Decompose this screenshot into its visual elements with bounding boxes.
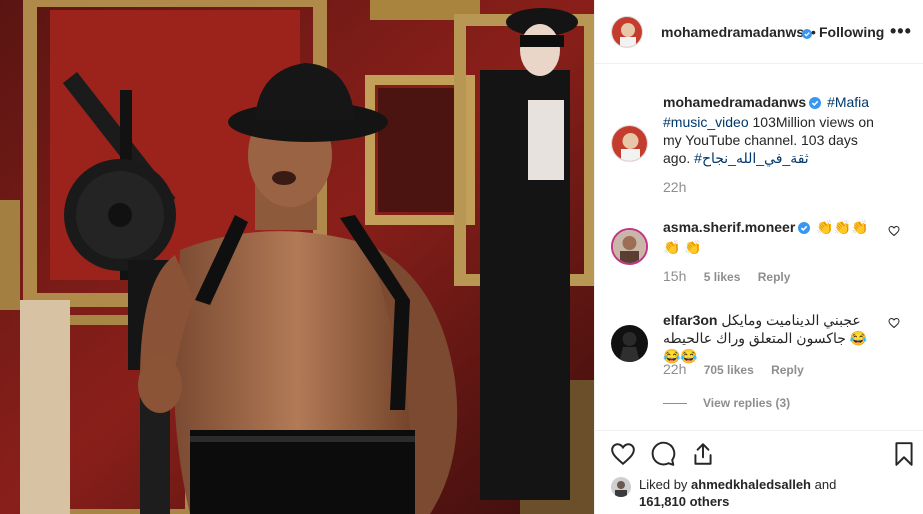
heart-outline-icon[interactable] (610, 441, 636, 467)
liked-by-and: and (811, 477, 837, 492)
hashtag-link[interactable]: #ثقة_في_الله_نجاح (694, 150, 809, 166)
caption-meta: 22h (663, 179, 700, 195)
bookmark-icon[interactable] (891, 441, 917, 467)
like-comment-icon[interactable] (888, 317, 900, 329)
hashtag-link[interactable]: #music_video (663, 114, 749, 130)
likes-count[interactable]: 161,810 others (639, 494, 729, 509)
comment-meta: 22h 705 likes Reply (663, 361, 818, 377)
reply-button[interactable]: Reply (758, 270, 791, 284)
share-upload-icon[interactable] (690, 441, 716, 467)
caption-timestamp[interactable]: 22h (663, 179, 686, 195)
post-header: mohamedramadanws • Following ••• (595, 0, 923, 64)
view-replies-label[interactable]: View replies (3) (703, 396, 790, 410)
more-options-icon[interactable]: ••• (890, 22, 912, 40)
comment-text: asma.sherif.moneer 👏👏👏👏 👏 (663, 218, 880, 256)
view-replies-button[interactable]: View replies (3) (663, 396, 790, 410)
comment-timestamp[interactable]: 15h (663, 268, 686, 284)
comment-meta: 15h 5 likes Reply (663, 268, 804, 284)
post-image[interactable] (0, 0, 594, 514)
liked-by-prefix: Liked by (639, 477, 692, 492)
caption-username[interactable]: mohamedramadanws (663, 94, 806, 110)
comment-likes[interactable]: 705 likes (704, 363, 754, 377)
header-separator: • (811, 24, 816, 40)
comment-timestamp[interactable]: 22h (663, 361, 686, 377)
reply-button[interactable]: Reply (771, 363, 804, 377)
hashtag-link[interactable]: #Mafia (827, 94, 869, 110)
liker-avatar[interactable] (611, 477, 631, 497)
verified-badge-icon (809, 95, 822, 113)
comment-text: elfar3on عجبني الديناميت ومايكل جاكسون ا… (663, 311, 880, 365)
commenter-avatar[interactable] (611, 228, 648, 265)
post-details-panel: mohamedramadanws • Following ••• mohamed… (594, 0, 923, 514)
caption-avatar[interactable] (611, 125, 648, 162)
liker-username[interactable]: ahmedkhaledsalleh (691, 477, 811, 492)
caption-text: mohamedramadanws #Mafia #music_video 103… (663, 93, 880, 167)
author-username[interactable]: mohamedramadanws (661, 24, 804, 40)
like-comment-icon[interactable] (888, 225, 900, 237)
verified-badge-icon (798, 220, 811, 238)
replies-divider (663, 403, 687, 405)
comment-likes[interactable]: 5 likes (704, 270, 741, 284)
action-bar (595, 430, 923, 470)
following-button[interactable]: Following (819, 24, 884, 40)
commenter-username[interactable]: elfar3on (663, 312, 717, 328)
speech-bubble-icon[interactable] (650, 441, 676, 467)
commenter-avatar[interactable] (611, 325, 648, 362)
author-avatar[interactable] (611, 16, 643, 48)
liked-by-text: Liked by ahmedkhaledsalleh and 161,810 o… (639, 476, 836, 510)
commenter-username[interactable]: asma.sherif.moneer (663, 219, 795, 235)
